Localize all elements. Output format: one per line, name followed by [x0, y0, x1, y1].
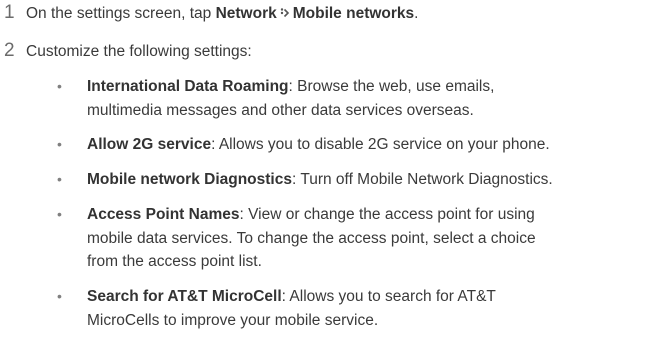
setting-name: Access Point Names	[87, 206, 240, 223]
setting-name: Allow 2G service	[87, 136, 212, 153]
setting-detail: : Turn off Mobile Network Diagnostics.	[291, 171, 553, 188]
setting-name: International Data Roaming	[87, 78, 289, 95]
step-number: 1	[4, 2, 15, 23]
setting-description: Search for AT&T MicroCell: Allows you to…	[87, 285, 647, 332]
setting-name: Search for AT&T MicroCell	[87, 288, 282, 305]
setting-description: Mobile network Diagnostics: Turn off Mob…	[87, 168, 647, 192]
bullet-icon: •	[57, 171, 62, 187]
setting-description: Allow 2G service: Allows you to disable …	[87, 133, 647, 157]
setting-description: Access Point Names: View or change the a…	[87, 203, 647, 274]
menu-mobile-networks: Mobile networks	[292, 5, 415, 22]
bullet-icon: •	[57, 288, 62, 304]
setting-detail: : View or change the access point for us…	[239, 206, 535, 223]
bullet-icon: •	[57, 78, 62, 94]
settings-instructions: 1 On the settings screen, tap Network Mob…	[0, 0, 647, 349]
menu-network: Network	[215, 5, 277, 22]
setting-detail: : Allows you to disable 2G service on yo…	[211, 136, 550, 153]
chevron-right-icon	[280, 8, 289, 18]
setting-name: Mobile network Diagnostics	[87, 171, 292, 188]
setting-description: International Data Roaming: Browse the w…	[87, 75, 647, 122]
bullet-icon: •	[57, 206, 62, 222]
setting-detail: : Allows you to search for AT&T	[281, 288, 496, 305]
setting-detail: MicroCells to improve your mobile servic…	[87, 311, 379, 329]
step-prefix: On the settings screen, tap	[26, 5, 216, 22]
setting-detail: from the access point list.	[87, 253, 262, 270]
bullet-icon: •	[57, 136, 62, 152]
step-text: Customize the following settings:	[26, 43, 252, 60]
step-number: 2	[4, 40, 15, 61]
setting-detail: multimedia messages and other data servi…	[87, 101, 474, 119]
setting-detail: : Browse the web, use emails,	[288, 78, 495, 95]
setting-detail: mobile data services. To change the acce…	[87, 229, 536, 247]
step-suffix: .	[414, 5, 419, 22]
step-text: On the settings screen, tap Network Mobil…	[26, 4, 418, 24]
